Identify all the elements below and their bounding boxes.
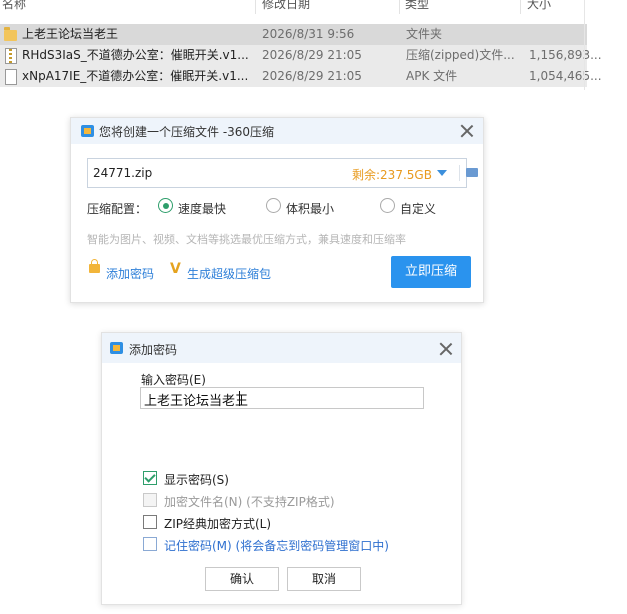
folder-browse-icon[interactable] [466, 168, 478, 177]
add-password-link[interactable]: 添加密码 [106, 265, 154, 282]
file-row[interactable]: xNpA17IE_不道德办公室：催眠开关.v1... 2026/8/29 21:… [0, 66, 602, 87]
archive-filename-field[interactable]: 24771.zip 剩余:237.5GB [87, 158, 478, 188]
compress-dialog-title: 您将创建一个压缩文件 -360压缩 [99, 125, 275, 139]
radio-speed-fastest[interactable] [158, 198, 173, 213]
radio-custom-label[interactable]: 自定义 [400, 200, 436, 217]
password-dialog: 添加密码 输入密码(E) 上老王论坛当老王 显示密码(S) 加密文件名(N) (… [101, 332, 462, 605]
file-row[interactable]: 上老王论坛当老王 2026/8/31 9:56 文件夹 [0, 24, 587, 45]
radio-speed-fastest-label[interactable]: 速度最快 [178, 200, 226, 217]
radio-smallest-size-label[interactable]: 体积最小 [286, 200, 334, 217]
close-icon[interactable] [439, 342, 453, 356]
file-date: 2026/8/31 9:56 [262, 27, 355, 41]
file-date: 2026/8/29 21:05 [262, 48, 362, 62]
divider [459, 165, 460, 181]
radio-custom[interactable] [380, 198, 395, 213]
app-360zip-icon [81, 125, 94, 137]
zip-icon [5, 48, 17, 64]
app-360zip-icon [110, 342, 123, 354]
folder-icon [4, 27, 17, 41]
zip-classic-encryption-label[interactable]: ZIP经典加密方式(L) [164, 515, 271, 532]
remember-password-label[interactable]: 记住密码(M) (将会备忘到密码管理窗口中) [164, 537, 389, 554]
encrypt-filename-checkbox [143, 493, 157, 507]
free-space-label: 剩余:237.5GB [352, 168, 432, 182]
file-size: 1,054,465... [529, 69, 602, 83]
compress-config-label: 压缩配置： [87, 202, 148, 216]
compress-dialog: 您将创建一个压缩文件 -360压缩 24771.zip 剩余:237.5GB 压… [70, 117, 484, 303]
radio-smallest-size[interactable] [266, 198, 281, 213]
file-size: 1,156,893... [529, 48, 602, 62]
compress-now-button[interactable]: 立即压缩 [391, 256, 471, 288]
file-name: xNpA17IE_不道德办公室：催眠开关.v1... [22, 69, 249, 83]
cancel-button[interactable]: 取消 [287, 567, 361, 591]
file-type: 文件夹 [406, 27, 443, 41]
password-input[interactable]: 上老王论坛当老王 [140, 387, 424, 409]
zip-classic-encryption-checkbox[interactable] [143, 515, 157, 529]
apk-icon [5, 69, 17, 85]
file-row[interactable]: RHdS3IaS_不道德办公室：催眠开关.v1... 2026/8/29 21:… [0, 45, 602, 66]
close-icon[interactable] [460, 124, 474, 138]
file-list-divider [584, 0, 585, 90]
compress-dialog-titlebar[interactable]: 您将创建一个压缩文件 -360压缩 [71, 118, 483, 144]
column-header-date[interactable]: 修改日期 [262, 0, 400, 14]
password-value[interactable]: 上老王论坛当老王 [144, 390, 248, 409]
password-input-label: 输入密码(E) [141, 373, 206, 387]
column-header-name[interactable]: 名称 [2, 0, 256, 14]
column-header-size[interactable]: 大小 [527, 0, 587, 14]
text-caret [239, 391, 240, 406]
file-type: 压缩(zipped)文件... [406, 48, 515, 62]
file-name: 上老王论坛当老王 [22, 27, 119, 41]
show-password-label[interactable]: 显示密码(S) [164, 471, 229, 488]
file-name: RHdS3IaS_不道德办公室：催眠开关.v1... [22, 48, 249, 62]
chevron-down-icon[interactable] [437, 170, 447, 176]
password-dialog-titlebar[interactable]: 添加密码 [102, 333, 461, 363]
file-type: APK 文件 [406, 69, 458, 83]
super-zip-link[interactable]: 生成超级压缩包 [187, 265, 271, 282]
confirm-button[interactable]: 确认 [205, 567, 279, 591]
lock-icon [89, 259, 100, 273]
show-password-checkbox[interactable] [143, 471, 157, 485]
vip-icon: V [170, 261, 181, 277]
encrypt-filename-label: 加密文件名(N) (不支持ZIP格式) [164, 495, 335, 509]
file-date: 2026/8/29 21:05 [262, 69, 362, 83]
file-list-header: 名称 修改日期 类型 大小 [0, 0, 587, 14]
password-dialog-title: 添加密码 [129, 343, 178, 357]
remember-password-checkbox[interactable] [143, 537, 157, 551]
compress-hint-text: 智能为图片、视频、文档等挑选最优压缩方式，兼具速度和压缩率 [87, 233, 406, 246]
column-header-type[interactable]: 类型 [405, 0, 521, 14]
archive-filename[interactable]: 24771.zip [93, 166, 152, 180]
